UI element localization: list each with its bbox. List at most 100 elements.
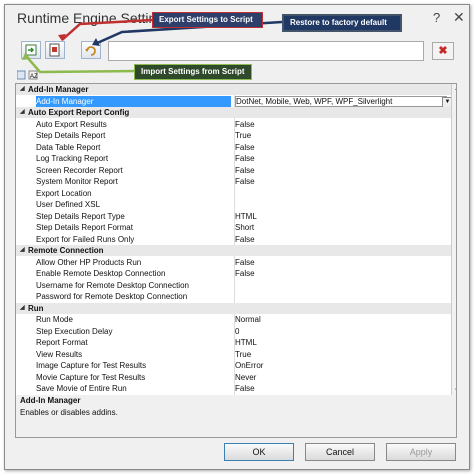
- clear-search-button[interactable]: ✖: [432, 42, 454, 60]
- property-name: Step Execution Delay: [36, 326, 113, 336]
- category-label: Auto Export Report Config: [28, 108, 130, 117]
- property-name: Add-In Manager: [36, 95, 231, 107]
- property-row[interactable]: Save Movie of Entire Run False: [16, 383, 456, 394]
- property-row[interactable]: Export for Failed Runs Only False: [16, 234, 456, 245]
- property-row[interactable]: Image Capture for Test Results OnError: [16, 360, 456, 371]
- category-row[interactable]: ◢ Remote Connection: [16, 245, 456, 256]
- property-value[interactable]: True: [235, 130, 445, 141]
- property-value[interactable]: Never: [235, 372, 445, 383]
- property-name: Save Movie of Entire Run: [36, 384, 127, 393]
- export-settings-button[interactable]: [45, 41, 65, 59]
- property-row[interactable]: Step Details Report Format Short: [16, 222, 456, 233]
- property-value[interactable]: HTML: [235, 211, 445, 222]
- property-row[interactable]: Step Details Report Type HTML: [16, 211, 456, 222]
- collapse-icon[interactable]: ◢: [20, 107, 25, 118]
- property-name: User Defined XSL: [36, 200, 101, 209]
- property-name: Allow Other HP Products Run: [36, 257, 142, 267]
- description-text: Enables or disables addins.: [20, 408, 118, 417]
- property-name: Step Details Report Type: [36, 211, 125, 221]
- property-value[interactable]: False: [235, 165, 445, 176]
- property-name: Step Details Report: [36, 131, 106, 140]
- collapse-icon[interactable]: ◢: [20, 303, 25, 314]
- property-value[interactable]: True: [235, 349, 445, 360]
- scroll-up-icon[interactable]: ▲: [453, 84, 456, 94]
- property-row[interactable]: View Results True: [16, 349, 456, 360]
- property-name: Image Capture for Test Results: [36, 361, 147, 370]
- category-row[interactable]: ◢ Auto Export Report Config: [16, 107, 456, 118]
- search-input[interactable]: [108, 41, 424, 61]
- property-row[interactable]: Step Execution Delay 0: [16, 326, 456, 337]
- property-row[interactable]: Screen Recorder Report False: [16, 165, 456, 176]
- property-value[interactable]: False: [235, 383, 445, 394]
- collapse-icon[interactable]: ◢: [20, 84, 25, 95]
- property-name: Export Location: [36, 188, 92, 198]
- description-panel: Add-In Manager Enables or disables addin…: [15, 395, 457, 438]
- property-row[interactable]: System Monitor Report False: [16, 176, 456, 187]
- category-label: Run: [28, 303, 44, 313]
- apply-button[interactable]: Apply: [386, 443, 456, 461]
- vertical-scrollbar[interactable]: ▲ ▼: [451, 84, 456, 396]
- category-label: Add-In Manager: [28, 85, 89, 94]
- property-name: Report Format: [36, 338, 88, 347]
- close-button[interactable]: ✕: [453, 9, 465, 26]
- svg-text:AZ: AZ: [30, 74, 38, 80]
- property-row[interactable]: Add-In Manager DotNet, Mobile, Web, WPF, …: [16, 95, 456, 108]
- property-row[interactable]: Allow Other HP Products Run False: [16, 257, 456, 268]
- property-value[interactable]: DotNet, Mobile, Web, WPF, WPF_Silverligh…: [235, 95, 447, 107]
- close-icon: ✖: [438, 45, 448, 57]
- property-value[interactable]: 0: [235, 326, 445, 337]
- property-value[interactable]: False: [235, 257, 445, 268]
- property-row[interactable]: Export Location: [16, 188, 456, 199]
- property-name: View Results: [36, 349, 83, 359]
- property-row[interactable]: Log Tracking Report False: [16, 153, 456, 164]
- property-value[interactable]: False: [235, 119, 445, 130]
- callout-import-settings: Import Settings from Script: [134, 64, 252, 80]
- ok-button[interactable]: OK: [224, 443, 294, 461]
- property-name: Movie Capture for Test Results: [36, 372, 146, 382]
- property-value[interactable]: False: [235, 142, 445, 153]
- description-title: Add-In Manager: [20, 396, 81, 405]
- category-row[interactable]: ◢ Run: [16, 302, 456, 314]
- cancel-button[interactable]: Cancel: [305, 443, 375, 461]
- property-row[interactable]: Data Table Report False: [16, 142, 456, 153]
- property-row[interactable]: Step Details Report True: [16, 130, 456, 141]
- collapse-icon[interactable]: ◢: [20, 245, 25, 256]
- property-row[interactable]: Report Format HTML: [16, 337, 456, 348]
- property-value[interactable]: False: [235, 234, 445, 245]
- property-row[interactable]: Movie Capture for Test Results Never: [16, 372, 456, 383]
- property-name: Enable Remote Desktop Connection: [36, 269, 166, 278]
- property-name: Screen Recorder Report: [36, 165, 123, 175]
- restore-icon: [85, 46, 96, 56]
- category-row[interactable]: ◢ Add-In Manager: [16, 84, 456, 95]
- property-value[interactable]: False: [235, 153, 445, 164]
- property-name: Auto Export Results: [36, 119, 107, 129]
- property-value[interactable]: OnError: [235, 360, 445, 371]
- property-row[interactable]: Password for Remote Desktop Connection: [16, 291, 456, 302]
- restore-defaults-button[interactable]: [81, 41, 101, 59]
- view-toggle[interactable]: AZ: [16, 70, 43, 80]
- property-row[interactable]: Run Mode Normal: [16, 314, 456, 325]
- property-grid[interactable]: ◢ Add-In Manager Add-In Manager DotNet, Mob…: [15, 83, 457, 397]
- property-name: Log Tracking Report: [36, 154, 109, 163]
- category-label: Remote Connection: [28, 246, 104, 255]
- property-value[interactable]: False: [235, 268, 445, 279]
- property-name: Export for Failed Runs Only: [36, 234, 135, 244]
- property-value[interactable]: Short: [235, 222, 445, 233]
- property-name: Username for Remote Desktop Connection: [36, 280, 189, 290]
- callout-export-settings: Export Settings to Script: [152, 12, 263, 28]
- callout-restore-defaults: Restore to factory default: [282, 14, 402, 32]
- property-value[interactable]: False: [235, 176, 445, 187]
- property-name: Step Details Report Format: [36, 223, 133, 232]
- import-settings-button[interactable]: [21, 41, 41, 59]
- property-row[interactable]: User Defined XSL: [16, 199, 456, 210]
- property-row[interactable]: Username for Remote Desktop Connection: [16, 280, 456, 291]
- property-name: Password for Remote Desktop Connection: [36, 292, 188, 301]
- property-value[interactable]: HTML: [235, 337, 445, 348]
- categorized-view-icon: AZ: [16, 70, 38, 80]
- property-row[interactable]: Enable Remote Desktop Connection False: [16, 268, 456, 279]
- property-row[interactable]: Auto Export Results False: [16, 119, 456, 130]
- help-button[interactable]: ?: [433, 10, 440, 25]
- property-value[interactable]: Normal: [235, 314, 445, 325]
- property-name: System Monitor Report: [36, 177, 118, 186]
- export-icon: [49, 43, 60, 57]
